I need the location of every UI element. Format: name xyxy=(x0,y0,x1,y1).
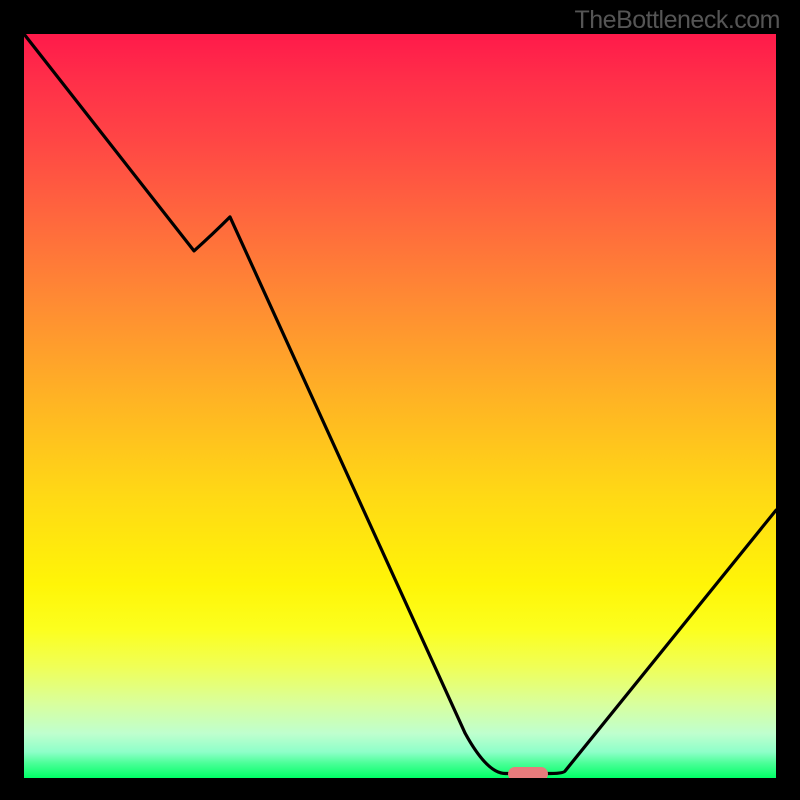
bottleneck-curve xyxy=(24,34,776,778)
plot-area xyxy=(24,34,776,778)
chart-container: TheBottleneck.com xyxy=(0,0,800,800)
optimal-marker xyxy=(508,767,548,778)
watermark-text: TheBottleneck.com xyxy=(575,6,781,35)
